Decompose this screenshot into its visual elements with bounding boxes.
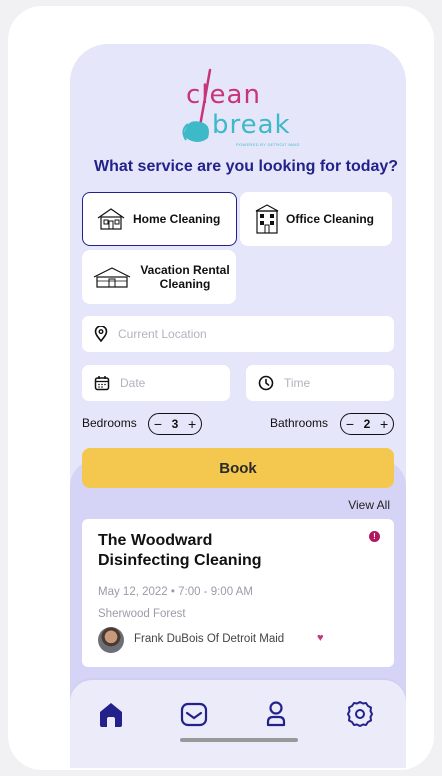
bathrooms-stepper: − 2 + — [340, 413, 394, 435]
logo-word-clean: clean — [186, 80, 261, 110]
date-placeholder: Date — [120, 376, 146, 390]
location-pin-icon — [94, 325, 108, 343]
location-field[interactable]: Current Location — [82, 316, 394, 352]
date-field[interactable]: Date — [82, 365, 230, 401]
time-field[interactable]: Time — [246, 365, 394, 401]
booking-location: Sherwood Forest — [98, 608, 186, 620]
bedrooms-stepper: − 3 + — [148, 413, 202, 435]
home-indicator — [180, 738, 298, 742]
house-icon — [95, 207, 127, 231]
phone-frame: clean break POWERED BY DETROIT MAID What… — [8, 6, 434, 770]
profile-icon[interactable] — [260, 698, 292, 730]
plus-icon[interactable]: + — [188, 416, 196, 432]
bottom-nav — [70, 680, 406, 768]
bedrooms-value: 3 — [171, 417, 179, 431]
inbox-icon[interactable] — [178, 698, 210, 730]
time-placeholder: Time — [284, 376, 311, 390]
bathrooms-label: Bathrooms — [270, 416, 329, 430]
location-placeholder: Current Location — [118, 327, 207, 341]
heart-icon[interactable]: ♥ — [317, 632, 324, 644]
service-label: Office Cleaning — [286, 212, 375, 226]
booking-title: The Woodward Disinfecting Cleaning — [98, 531, 262, 571]
booking-title-line1: The Woodward — [98, 532, 213, 549]
avatar — [98, 627, 124, 653]
view-all-link[interactable]: View All — [348, 498, 390, 512]
minus-icon[interactable]: − — [346, 416, 354, 432]
plus-icon[interactable]: + — [380, 416, 388, 432]
service-home-cleaning[interactable]: Home Cleaning — [82, 192, 237, 246]
home-icon[interactable] — [95, 698, 127, 730]
calendar-icon — [94, 375, 110, 391]
service-label: Vacation Rental Cleaning — [140, 263, 230, 291]
clean-break-logo: clean break POWERED BY DETROIT MAID — [178, 66, 308, 156]
logo-word-break: break — [212, 110, 291, 140]
clock-icon — [258, 375, 274, 391]
logo-tagline: POWERED BY DETROIT MAID — [236, 142, 300, 147]
minus-icon[interactable]: − — [154, 416, 162, 432]
book-button[interactable]: Book — [82, 448, 394, 488]
service-office-cleaning[interactable]: Office Cleaning — [240, 192, 392, 246]
bedrooms-label: Bedrooms — [82, 416, 137, 430]
settings-gear-icon[interactable] — [344, 698, 376, 730]
booking-title-line2: Disinfecting Cleaning — [98, 552, 262, 569]
booking-date: May 12, 2022 • 7:00 - 9:00 AM — [98, 586, 253, 598]
page-title: What service are you looking for today? — [94, 158, 399, 175]
service-vacation-rental-cleaning[interactable]: Vacation Rental Cleaning — [82, 250, 236, 304]
booking-card[interactable]: The Woodward Disinfecting Cleaning ! May… — [82, 519, 394, 667]
office-building-icon — [254, 203, 280, 235]
cleaner-name: Frank DuBois Of Detroit Maid — [134, 633, 285, 645]
bathrooms-value: 2 — [363, 417, 371, 431]
alert-icon[interactable]: ! — [369, 531, 380, 542]
vacation-house-icon — [92, 265, 132, 289]
app-screen: clean break POWERED BY DETROIT MAID What… — [70, 44, 406, 768]
service-label: Home Cleaning — [133, 212, 221, 226]
